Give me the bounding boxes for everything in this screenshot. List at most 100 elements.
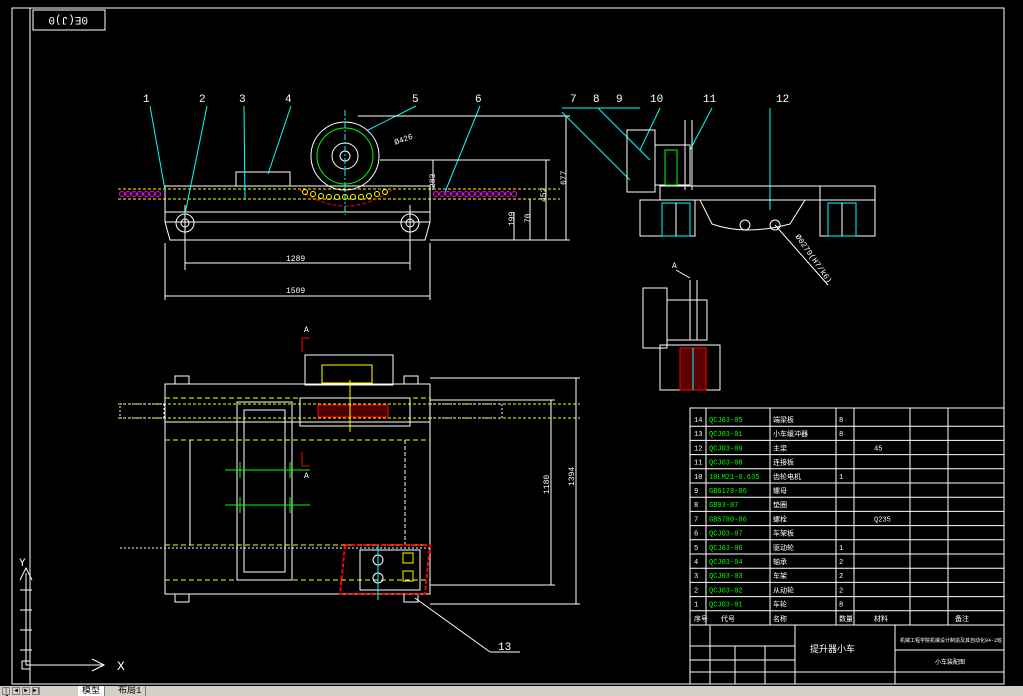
bom-cell-no: 6 <box>694 531 698 539</box>
title-drawing-name: 提升器小车 <box>810 643 855 655</box>
top-view: 13 A A 1394 1180 <box>118 326 580 654</box>
ucs-y-label: Y <box>19 558 26 570</box>
bom-header-no: 序号 <box>694 614 708 624</box>
tab-next-button[interactable]: ▶ <box>22 687 30 695</box>
callout-2: 2 <box>199 94 206 106</box>
dim-1180: 1180 <box>543 475 552 494</box>
bom-cell-code: QCJ03-01 <box>709 431 743 439</box>
bom-cell-no: 12 <box>694 445 702 453</box>
layout-tab-bar: |◀ ◀ ▶ ▶| 模型 布局1 <box>0 686 1023 696</box>
bom-cell-code: GB93-87 <box>709 502 738 510</box>
callout-10: 10 <box>650 94 663 106</box>
bom-cell-qty: 2 <box>839 573 843 581</box>
dim-199: 199 <box>508 211 517 226</box>
tab-model[interactable]: 模型 <box>78 686 106 696</box>
callout-11: 11 <box>703 94 717 106</box>
callout-6: 6 <box>475 94 482 106</box>
tab-prev-button[interactable]: ◀ <box>12 687 20 695</box>
bom-cell-code: QCJ03-06 <box>709 545 743 553</box>
bom-cell-name: 车轮 <box>773 600 787 610</box>
dim-1289: 1289 <box>286 255 305 264</box>
bom-header-name: 名称 <box>773 614 787 624</box>
bom-cell-code: QCJ03-01 <box>709 602 743 610</box>
callout-7: 7 <box>570 94 577 106</box>
bom-cell-code: GB5780-86 <box>709 516 747 524</box>
bom-header-qty: 数量 <box>839 614 853 624</box>
bom-cell-code: GB6178-86 <box>709 488 747 496</box>
bom-rows: 14 QCJ03-05 端梁板 813 QCJ03-01 小车缓冲器 812 QCJ03-09… <box>690 415 1004 624</box>
section-mark-lower: A <box>304 472 309 481</box>
bom-cell-qty: 8 <box>839 431 843 439</box>
title-designer: 小车装配图 <box>935 658 965 666</box>
bom-cell-name: 从动轮 <box>773 585 794 595</box>
dim-677: 677 <box>560 170 569 185</box>
bom-cell-name: 车架板 <box>773 529 794 539</box>
bom-cell-no: 3 <box>694 573 698 581</box>
cad-drawing-canvas[interactable]: 0E(J)0 1289 1509 677 452 283 70 199 Ø426… <box>0 0 1023 696</box>
bom-cell-code: QCJ03-09 <box>709 445 743 453</box>
bom-cell-code: QCJ03-02 <box>709 587 743 595</box>
dim-452: 452 <box>540 187 549 202</box>
ucs-x-label: X <box>117 659 125 674</box>
bom-cell-name: 轴承 <box>773 557 787 567</box>
bom-cell-mat: Q235 <box>874 516 891 524</box>
bom-cell-name: 小车缓冲器 <box>773 429 808 439</box>
bom-cell-name: 螺栓 <box>773 514 787 524</box>
tab-first-button[interactable]: |◀ <box>2 687 10 696</box>
bom-cell-qty: 1 <box>839 545 843 553</box>
tab-last-button[interactable]: ▶| <box>32 687 40 695</box>
callout-9: 9 <box>616 94 623 106</box>
callout-12: 12 <box>776 94 789 106</box>
bom-header-code: 代号 <box>721 614 735 624</box>
bom-cell-no: 14 <box>694 417 702 425</box>
bom-cell-no: 2 <box>694 587 698 595</box>
bom-cell-name: 主梁 <box>773 443 787 453</box>
callout-3: 3 <box>239 94 246 106</box>
bom-cell-name: 连接板 <box>773 458 794 468</box>
callout-13: 13 <box>498 642 511 654</box>
bom-cell-qty: 8 <box>839 602 843 610</box>
dim-283: 283 <box>429 173 438 188</box>
bom-cell-no: 10 <box>694 474 702 482</box>
callout-4: 4 <box>285 94 292 106</box>
bom-cell-name: 齿轮电机 <box>773 472 801 482</box>
dim-70: 70 <box>524 213 533 223</box>
bom-cell-no: 4 <box>694 559 698 567</box>
bom-cell-name: 垫圈 <box>773 500 787 510</box>
dim-1394: 1394 <box>568 467 577 486</box>
bom-cell-no: 9 <box>694 488 698 496</box>
dim-d426: Ø426 <box>393 133 414 148</box>
front-view: 1289 1509 677 452 283 70 199 Ø426 <box>118 105 570 300</box>
title-school: 机械工程学院机械设计制造及其自动化04-2班 <box>900 637 1002 644</box>
bom-cell-qty: 1 <box>839 474 843 482</box>
bom-cell-no: 5 <box>694 545 698 553</box>
bom-cell-no: 7 <box>694 516 698 524</box>
section-a-view: A <box>642 262 721 391</box>
bom-cell-no: 11 <box>694 460 702 468</box>
frame-code: 0E(J)0 <box>48 13 88 25</box>
bom-cell-code: QCJ03-03 <box>709 573 743 581</box>
bom-cell-mat: 45 <box>874 445 882 453</box>
bom-cell-name: 端梁板 <box>773 415 794 425</box>
bom-header-remark: 备注 <box>955 614 969 624</box>
ucs-icon <box>19 566 106 672</box>
bom-cell-no: 8 <box>694 502 698 510</box>
callout-5: 5 <box>412 94 419 106</box>
bom-cell-code: QCJ03-08 <box>709 460 743 468</box>
dim-1509: 1509 <box>286 287 305 296</box>
bom-cell-qty: 2 <box>839 559 843 567</box>
bom-cell-code: QCJ03-04 <box>709 559 743 567</box>
tab-layout1[interactable]: 布局1 <box>114 686 147 696</box>
spec-note: Ø0279(H7/k6) <box>793 233 833 285</box>
side-view: Ø0279(H7/k6) <box>561 107 876 286</box>
bom-cell-no: 13 <box>694 431 702 439</box>
bom-cell-name: 驱动轮 <box>773 543 794 553</box>
bom-cell-qty: 8 <box>839 417 843 425</box>
bom-cell-qty: 2 <box>839 587 843 595</box>
bom-cell-no: 1 <box>694 602 698 610</box>
bom-cell-name: 车架 <box>773 571 787 581</box>
bom-cell-code: QCJ03-07 <box>709 531 743 539</box>
bom-cell-name: 螺母 <box>773 486 787 496</box>
callout-8: 8 <box>593 94 600 106</box>
bom-cell-code: QCJ03-05 <box>709 417 743 425</box>
